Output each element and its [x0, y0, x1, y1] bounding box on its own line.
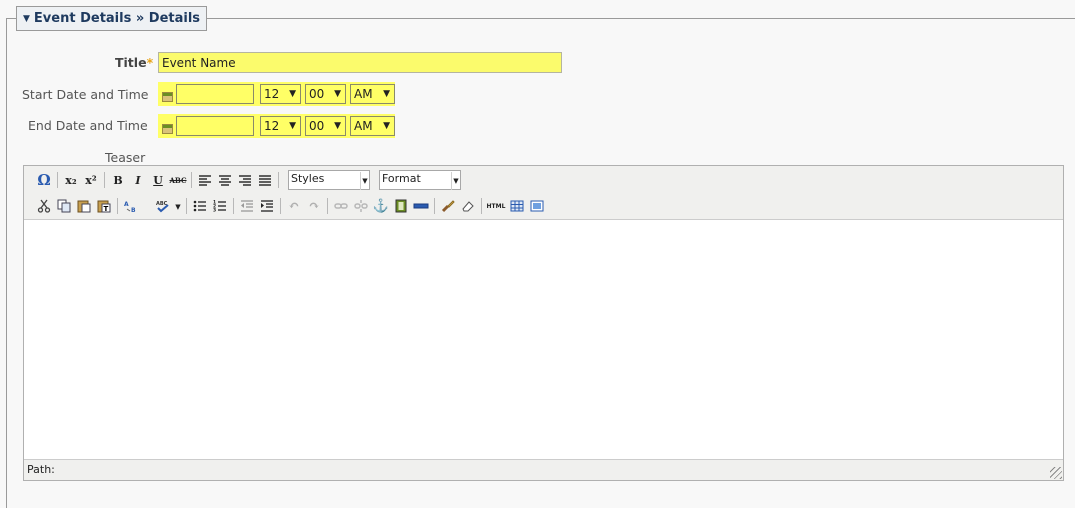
legend-title: Event Details » Details	[33, 11, 201, 26]
start-hour-select[interactable]: 12 ▼	[260, 84, 301, 104]
end-date-label: End Date and Time	[28, 118, 148, 133]
triangle-down-icon[interactable]: ▼	[23, 14, 30, 24]
italic-icon[interactable]: I	[128, 170, 148, 190]
align-center-icon[interactable]	[215, 170, 235, 190]
chevron-down-icon: ▼	[360, 172, 369, 190]
chevron-down-icon: ▼	[451, 172, 460, 190]
underline-icon[interactable]: U	[148, 170, 168, 190]
chevron-down-icon[interactable]: ▼	[173, 196, 183, 216]
teaser-editor: Ω x₂ x² B I U ABC Styles ▼ Format ▼ T A …	[23, 165, 1064, 481]
end-minute-select[interactable]: 00 ▼	[305, 116, 346, 136]
chevron-down-icon: ▼	[289, 121, 296, 131]
numbered-list-icon[interactable]: 123	[210, 196, 230, 216]
start-date-label: Start Date and Time	[22, 87, 149, 102]
calendar-icon[interactable]	[158, 82, 176, 106]
find-replace-icon[interactable]: AB	[121, 196, 141, 216]
toolbar-row-1: Ω x₂ x² B I U ABC Styles ▼ Format ▼	[34, 170, 470, 190]
editor-toolbar: Ω x₂ x² B I U ABC Styles ▼ Format ▼ T A …	[24, 166, 1063, 220]
title-input[interactable]	[158, 52, 562, 73]
link-icon[interactable]	[331, 196, 351, 216]
bold-icon[interactable]: B	[108, 170, 128, 190]
table-icon[interactable]	[507, 196, 527, 216]
end-date-input[interactable]	[176, 116, 254, 136]
copy-icon[interactable]	[54, 196, 74, 216]
superscript-icon[interactable]: x²	[81, 170, 101, 190]
cut-icon[interactable]	[34, 196, 54, 216]
outdent-icon[interactable]	[237, 196, 257, 216]
paste-icon[interactable]	[74, 196, 94, 216]
svg-text:3: 3	[213, 208, 216, 213]
align-justify-icon[interactable]	[255, 170, 275, 190]
special-char-icon[interactable]: Ω	[34, 170, 54, 190]
editor-content-area[interactable]	[24, 220, 1063, 460]
path-label: Path:	[27, 463, 55, 476]
indent-icon[interactable]	[257, 196, 277, 216]
html-source-icon[interactable]: HTML	[485, 196, 507, 216]
section-legend[interactable]: ▼ Event Details » Details	[16, 6, 208, 31]
toolbar-row-2: T AB ABC ▼ 123 ↶ ↷ ⚓ HTML	[34, 196, 547, 216]
strikethrough-icon[interactable]: ABC	[168, 170, 188, 190]
chevron-down-icon: ▼	[383, 121, 390, 131]
start-minute-select[interactable]: 00 ▼	[305, 84, 346, 104]
required-mark: *	[146, 55, 154, 70]
end-ampm-select[interactable]: AM ▼	[350, 116, 395, 136]
svg-text:T: T	[104, 205, 109, 213]
eraser-icon[interactable]	[458, 196, 478, 216]
anchor-icon[interactable]: ⚓	[371, 196, 391, 216]
end-hour-select[interactable]: 12 ▼	[260, 116, 301, 136]
start-ampm-select[interactable]: AM ▼	[350, 84, 395, 104]
paste-text-icon[interactable]: T	[94, 196, 114, 216]
svg-text:B: B	[131, 207, 136, 213]
redo-icon[interactable]: ↷	[304, 196, 324, 216]
teaser-label: Teaser	[105, 150, 146, 165]
calendar-icon[interactable]	[158, 114, 176, 138]
cleanup-brush-icon[interactable]	[438, 196, 458, 216]
chevron-down-icon: ▼	[334, 121, 341, 131]
editor-statusbar: Path:	[24, 459, 1063, 480]
styles-dropdown[interactable]: Styles ▼	[288, 170, 370, 190]
start-date-row: 12 ▼ 00 ▼ AM ▼	[158, 82, 395, 106]
spellcheck-icon[interactable]: ABC	[153, 196, 173, 216]
align-right-icon[interactable]	[235, 170, 255, 190]
horizontal-rule-icon[interactable]	[411, 196, 431, 216]
subscript-icon[interactable]: x₂	[61, 170, 81, 190]
media-icon[interactable]	[391, 196, 411, 216]
format-dropdown[interactable]: Format ▼	[379, 170, 461, 190]
unlink-icon[interactable]	[351, 196, 371, 216]
bullet-list-icon[interactable]	[190, 196, 210, 216]
svg-text:A: A	[124, 201, 129, 208]
chevron-down-icon: ▼	[383, 89, 390, 99]
end-date-row: 12 ▼ 00 ▼ AM ▼	[158, 114, 395, 138]
chevron-down-icon: ▼	[289, 89, 296, 99]
align-left-icon[interactable]	[195, 170, 215, 190]
chevron-down-icon: ▼	[334, 89, 341, 99]
title-label: Title*	[115, 55, 154, 70]
resize-grip-icon[interactable]	[1050, 467, 1062, 479]
start-date-input[interactable]	[176, 84, 254, 104]
undo-icon[interactable]: ↶	[284, 196, 304, 216]
fullscreen-icon[interactable]	[527, 196, 547, 216]
